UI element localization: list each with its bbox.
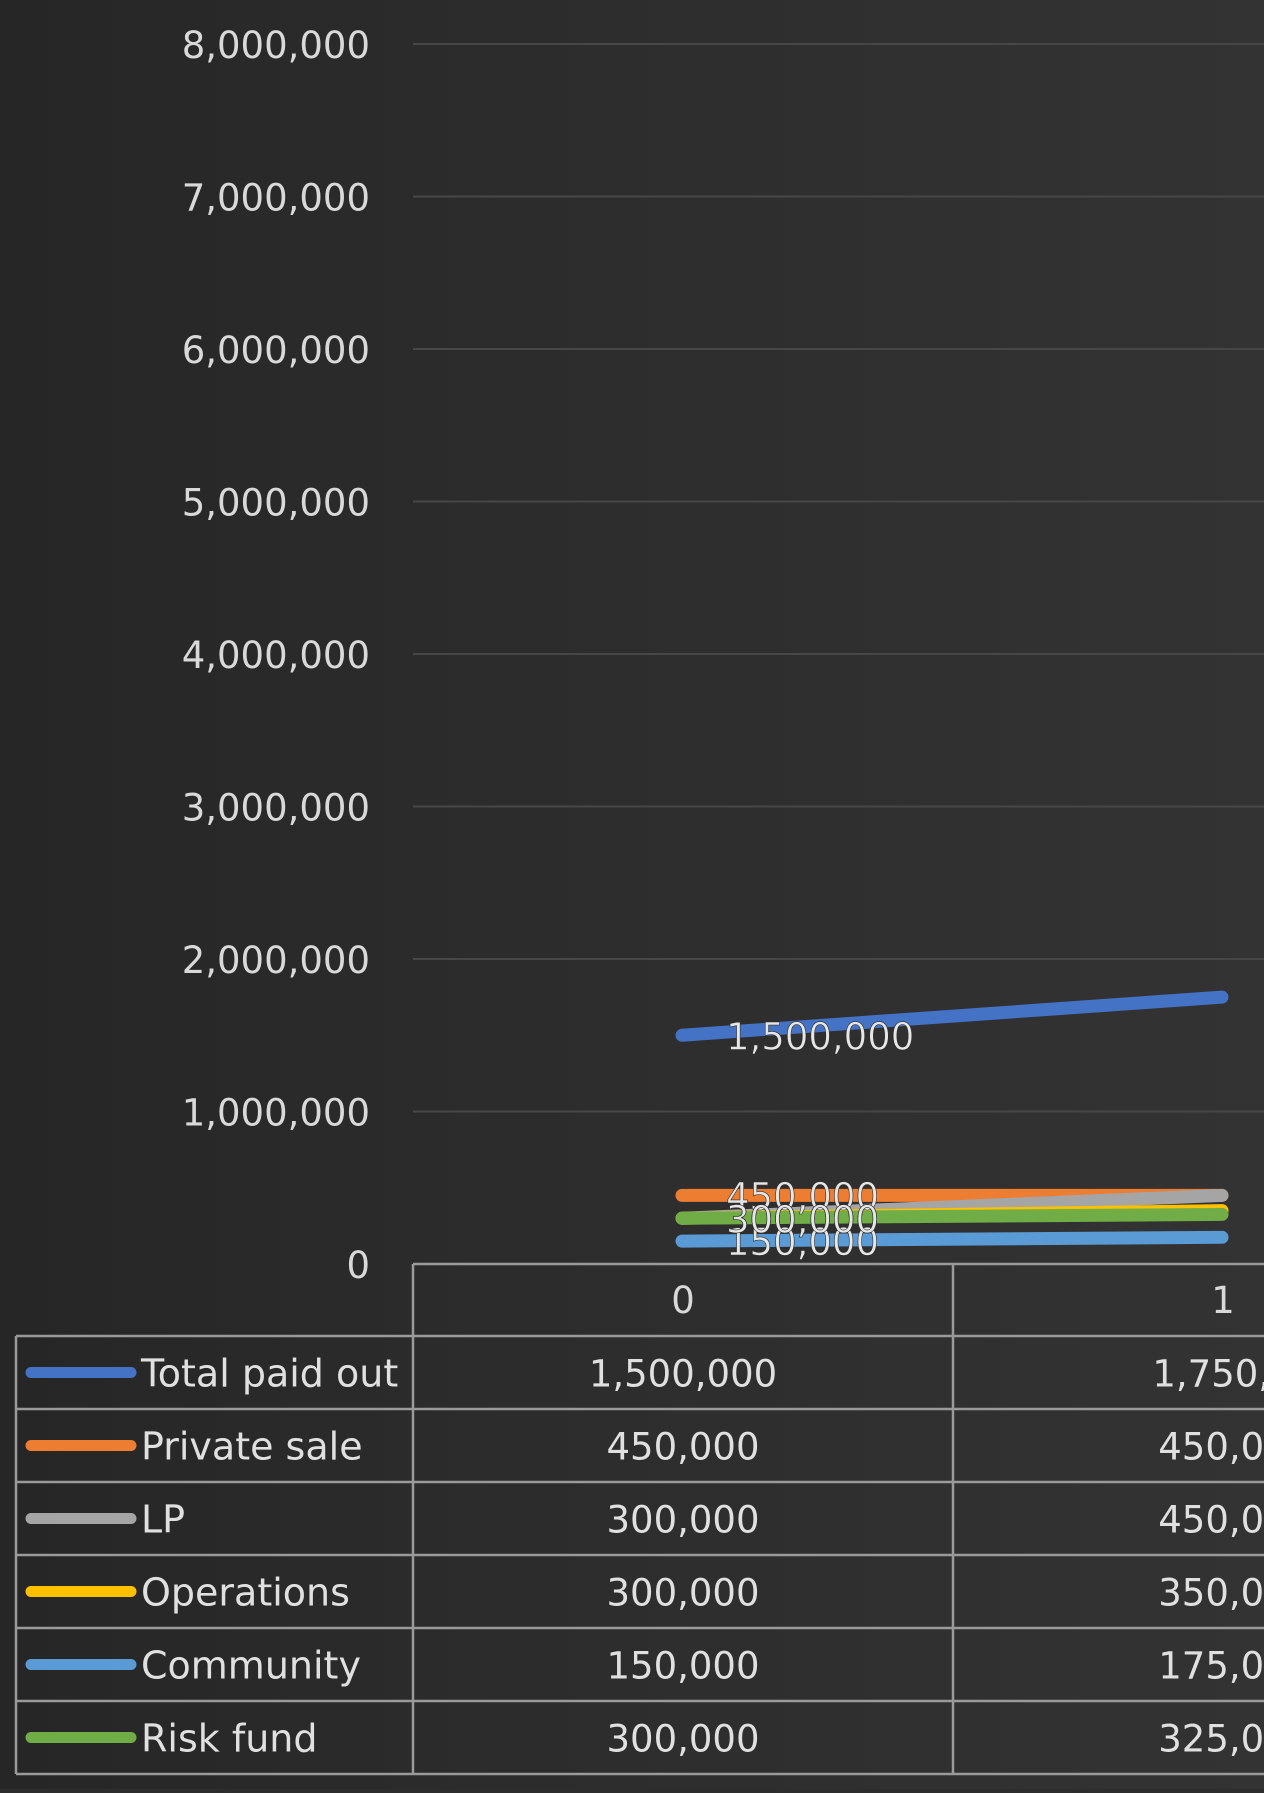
table-cell: 300,000 xyxy=(606,1499,759,1542)
y-tick-label: 7,000,000 xyxy=(182,177,370,220)
table-cell: 350,00 xyxy=(1158,1572,1264,1615)
y-tick-label: 5,000,000 xyxy=(182,482,370,525)
gridlines xyxy=(413,43,1264,1113)
y-tick-label: 3,000,000 xyxy=(182,787,370,830)
legend-label-operations: Operations xyxy=(141,1571,350,1615)
table-cell: 150,000 xyxy=(606,1645,759,1688)
x-tick-label: 0 xyxy=(671,1279,695,1322)
table-cell: 300,000 xyxy=(606,1572,759,1615)
table-cell: 175,00 xyxy=(1158,1645,1264,1688)
chart: 0 1,000,000 2,000,000 3,000,000 4,000,000 5,0… xyxy=(0,0,1264,1789)
data-table: 0 1 Total paid out 1,500,000 1,750,0 Private … xyxy=(14,1262,1264,1776)
table-cell: 450,00 xyxy=(1158,1499,1264,1542)
y-tick-label: 4,000,000 xyxy=(182,634,370,677)
y-tick-label: 8,000,000 xyxy=(182,24,370,67)
y-axis-ticks: 0 1,000,000 2,000,000 3,000,000 4,000,000 5,0… xyxy=(182,24,370,1287)
y-tick-label: 6,000,000 xyxy=(182,329,370,372)
data-label-total-paid-out: 1,500,000 xyxy=(726,1015,914,1058)
legend-label-lp: LP xyxy=(141,1498,185,1542)
table-cell: 300,000 xyxy=(606,1718,759,1761)
chart-svg: 0 1,000,000 2,000,000 3,000,000 4,000,000 5,0… xyxy=(14,24,1264,1776)
table-cell: 450,000 xyxy=(606,1426,759,1469)
table-cell: 325,00 xyxy=(1158,1718,1264,1761)
y-tick-label: 1,000,000 xyxy=(182,1092,370,1135)
x-tick-label: 1 xyxy=(1211,1279,1235,1322)
table-cell: 1,750,0 xyxy=(1152,1353,1264,1396)
legend-label-total-paid-out: Total paid out xyxy=(140,1352,398,1396)
legend-label-private-sale: Private sale xyxy=(141,1425,363,1469)
y-tick-label: 2,000,000 xyxy=(182,939,370,982)
table-cell: 1,500,000 xyxy=(589,1353,777,1396)
data-labels: 1,500,000450,000300,000300,000150,000300… xyxy=(726,1015,915,1264)
legend-label-community: Community xyxy=(141,1644,361,1688)
data-label-risk-fund: 300,000 xyxy=(726,1198,879,1241)
table-cell: 450,00 xyxy=(1158,1426,1264,1469)
legend-label-risk-fund: Risk fund xyxy=(141,1717,318,1761)
y-tick-label: 0 xyxy=(346,1244,370,1287)
